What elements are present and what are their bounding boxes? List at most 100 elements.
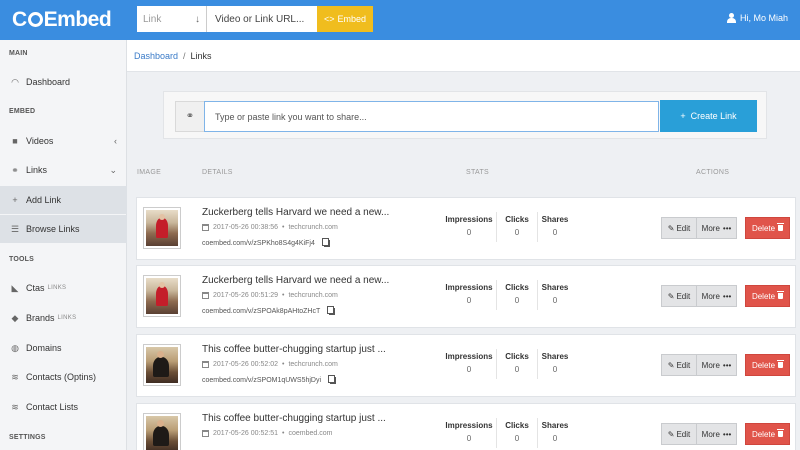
user-menu[interactable]: Hi, Mo Miah: [726, 13, 788, 23]
copy-icon[interactable]: [321, 238, 330, 247]
user-greeting: Hi, Mo Miah: [739, 13, 788, 23]
more-button[interactable]: More •••: [697, 354, 737, 376]
link-meta: 2017-05-26 00:52:51 • coembed.com: [202, 430, 332, 437]
meta-separator: •: [282, 430, 285, 437]
embed-type-select[interactable]: Link ↓: [137, 6, 207, 32]
sidebar-item-label: Domains: [26, 343, 62, 353]
sidebar-item-contact-lists[interactable]: ≋ Contact Lists: [0, 393, 127, 421]
sidebar-item-label: Links: [26, 165, 48, 175]
sidebar-item-ctas[interactable]: ◣ Ctas LINKS: [0, 274, 127, 302]
short-url-text[interactable]: coembed.com/v/zSPOAk8pAHtoZHcT: [202, 308, 320, 315]
stat-label: Shares: [541, 352, 569, 361]
sidebar-item-browse-links[interactable]: ☰ Browse Links: [0, 215, 127, 243]
sidebar-item-label: Add Link: [26, 195, 62, 205]
stat-label: Shares: [541, 283, 569, 292]
stat-label: Impressions: [445, 283, 493, 292]
edit-button[interactable]: ✎ Edit: [661, 285, 697, 307]
sidebar-item-brands[interactable]: ◆ Brands LINKS: [0, 304, 127, 332]
delete-button[interactable]: Delete: [745, 423, 790, 445]
links-badge: LINKS: [47, 285, 67, 291]
link-thumbnail[interactable]: [143, 413, 181, 450]
sidebar-item-videos[interactable]: ■ Videos ‹: [0, 127, 127, 155]
link-source: techcrunch.com: [288, 361, 338, 368]
breadcrumb-separator: /: [183, 50, 186, 61]
delete-label: Delete: [751, 223, 776, 233]
sidebar-item-add-link[interactable]: + Add Link: [0, 186, 127, 214]
stat-label: Impressions: [445, 352, 493, 361]
video-camera-icon: ■: [12, 136, 18, 146]
link-date: 2017-05-26 00:52:51: [213, 430, 278, 437]
short-url-text[interactable]: coembed.com/v/zSPOM1qUWS5hjDyi: [202, 377, 321, 384]
embed-button-label: Embed: [337, 14, 367, 24]
edit-button[interactable]: ✎ Edit: [661, 217, 697, 239]
pencil-icon: ✎: [667, 360, 675, 370]
globe-icon: ◍: [11, 342, 19, 353]
more-button[interactable]: More •••: [697, 285, 737, 307]
more-label: More: [701, 429, 720, 439]
embed-button[interactable]: <> Embed: [317, 6, 373, 32]
stat-value: 0: [466, 228, 472, 237]
stat-value: 0: [552, 228, 558, 237]
plus-icon: +: [12, 195, 18, 205]
link-source: coembed.com: [288, 430, 333, 437]
delete-button[interactable]: Delete: [745, 285, 790, 307]
create-link-button[interactable]: + Create Link: [660, 100, 757, 132]
link-thumbnail[interactable]: [143, 207, 181, 249]
edit-button[interactable]: ✎ Edit: [661, 423, 697, 445]
more-label: More: [701, 291, 720, 301]
impressions-stat: Impressions 0: [443, 421, 495, 443]
sidebar-item-contacts-optins[interactable]: ≋ Contacts (Optins): [0, 363, 127, 391]
stat-value: 0: [466, 296, 472, 305]
impressions-stat: Impressions 0: [443, 215, 495, 237]
stat-value: 0: [552, 434, 558, 443]
tag-icon: ◆: [11, 312, 19, 323]
share-link-input[interactable]: [204, 101, 659, 132]
edit-button[interactable]: ✎ Edit: [661, 354, 697, 376]
logo-ring-icon: [27, 12, 43, 27]
shares-stat: Shares 0: [529, 283, 581, 305]
link-title[interactable]: This coffee butter-chugging startup just…: [202, 344, 386, 355]
copy-icon[interactable]: [328, 375, 337, 384]
copy-icon[interactable]: [327, 306, 336, 315]
stat-value: 0: [552, 365, 558, 374]
stat-label: Shares: [541, 421, 569, 430]
ellipsis-icon: •••: [722, 429, 732, 439]
sidebar-item-dashboard[interactable]: ◠ Dashboard: [0, 68, 127, 96]
short-url: coembed.com/v/zSPOM1qUWS5hjDyi: [202, 375, 337, 384]
create-link-panel: ⚭ + Create Link: [163, 91, 767, 139]
more-button[interactable]: More •••: [697, 217, 737, 239]
breadcrumb-dashboard-link[interactable]: Dashboard: [134, 51, 178, 61]
link-title[interactable]: Zuckerberg tells Harvard we need a new..…: [202, 275, 389, 286]
meta-separator: •: [282, 292, 285, 299]
trash-icon: [777, 291, 785, 299]
column-header-image: IMAGE: [137, 169, 162, 176]
short-url-text[interactable]: coembed.com/v/zSPKho8S4g4KiFj4: [202, 240, 315, 247]
link-thumbnail[interactable]: [143, 344, 181, 386]
link-title[interactable]: This coffee butter-chugging startup just…: [202, 413, 386, 424]
gauge-icon: ◠: [11, 76, 19, 87]
create-link-label: Create Link: [690, 111, 737, 121]
delete-button[interactable]: Delete: [745, 217, 790, 239]
impressions-stat: Impressions 0: [443, 352, 495, 374]
embed-url-input[interactable]: [207, 6, 317, 32]
stat-label: Shares: [541, 215, 569, 224]
user-icon: [726, 13, 736, 23]
link-thumbnail[interactable]: [143, 275, 181, 317]
short-url: coembed.com/v/zSPOAk8pAHtoZHcT: [202, 306, 336, 315]
sidebar-item-links[interactable]: ⚭ Links ⌄: [0, 156, 127, 184]
trash-icon: [777, 429, 785, 437]
sidebar-item-domains[interactable]: ◍ Domains: [0, 334, 127, 362]
link-source: techcrunch.com: [288, 224, 338, 231]
delete-button[interactable]: Delete: [745, 354, 790, 376]
impressions-stat: Impressions 0: [443, 283, 495, 305]
link-icon: ⚭: [11, 164, 19, 175]
link-title[interactable]: Zuckerberg tells Harvard we need a new..…: [202, 207, 389, 218]
delete-label: Delete: [751, 291, 776, 301]
embed-type-value: Link: [143, 13, 162, 25]
database-icon: ≋: [11, 371, 19, 382]
app-logo[interactable]: C Embed: [12, 8, 112, 32]
shares-stat: Shares 0: [529, 215, 581, 237]
link-row: Zuckerberg tells Harvard we need a new..…: [136, 197, 796, 260]
more-button[interactable]: More •••: [697, 423, 737, 445]
meta-separator: •: [282, 361, 285, 368]
